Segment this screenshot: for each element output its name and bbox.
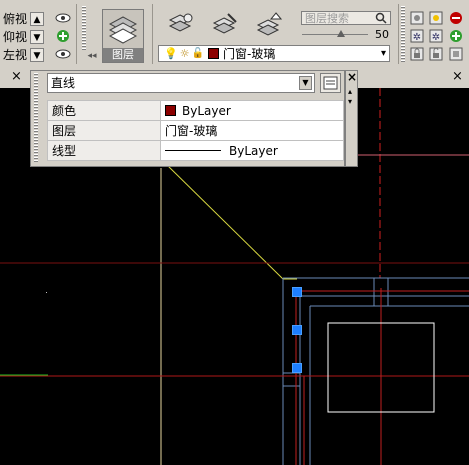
spin-up-icon[interactable]: ▲ <box>30 11 44 26</box>
layer-isolate-icon[interactable] <box>427 10 445 26</box>
lock-icon: 🔓 <box>191 48 205 59</box>
view-bottom-label: 仰视 <box>2 30 27 44</box>
chevron-down-icon[interactable]: ▾ <box>381 48 386 59</box>
eye-icon[interactable] <box>54 10 72 26</box>
zoom-value: 50 <box>375 28 389 41</box>
chevron-down-icon[interactable]: ▼ <box>299 76 312 90</box>
grip-handle[interactable] <box>292 287 302 297</box>
layer-thaw-icon[interactable]: ✲ <box>427 28 445 44</box>
view-left-button[interactable]: 左视 ▼ <box>0 46 50 63</box>
close-tab-icon[interactable]: × <box>11 69 22 84</box>
sun-icon: ☼ <box>179 47 190 60</box>
zoom-slider[interactable] <box>302 30 368 40</box>
layer-search-placeholder: 图层搜索 <box>305 12 349 25</box>
grip-handle[interactable] <box>292 363 302 373</box>
panel-options-icon[interactable]: ▴ <box>348 87 352 96</box>
spin-down-icon[interactable]: ▼ <box>30 47 44 62</box>
eye-icon[interactable] <box>54 46 72 62</box>
layer-button-label: 图层 <box>103 48 143 62</box>
layer-up-icon[interactable] <box>256 11 282 37</box>
view-bottom-button[interactable]: 仰视 ▼ <box>0 28 50 45</box>
layer-state-icon[interactable] <box>168 11 194 37</box>
object-type-select[interactable]: 直线 ▼ <box>47 73 315 93</box>
current-layer-name: 门窗-玻璃 <box>223 47 276 61</box>
layer-delete-icon[interactable] <box>447 10 465 26</box>
search-icon[interactable] <box>373 11 389 25</box>
layer-edit-icon[interactable] <box>212 11 238 37</box>
layer-unlock-icon[interactable] <box>427 46 445 62</box>
property-row-color[interactable]: 颜色 ByLayer <box>47 100 344 121</box>
collapse-left-icon[interactable]: ◂◂ <box>86 48 98 64</box>
divider <box>152 4 153 64</box>
property-key: 颜色 <box>47 100 161 121</box>
panel-grip[interactable] <box>34 73 38 163</box>
divider <box>76 4 77 64</box>
layer-freeze-icon[interactable]: ✲ <box>408 28 426 44</box>
ribbon-toolbar: 俯视 ▲ 仰视 ▼ 左视 ▼ ◂◂ 图层 图层搜索 50 💡 ☼ 🔓 门窗-玻璃… <box>0 0 469 69</box>
toolbar-grip[interactable] <box>82 6 86 50</box>
view-top-button[interactable]: 俯视 ▲ <box>0 10 50 27</box>
spin-down-icon[interactable]: ▼ <box>30 29 44 44</box>
toolbar-grip[interactable] <box>401 6 405 62</box>
object-type-value: 直线 <box>51 76 76 90</box>
property-row-layer[interactable]: 图层 门窗-玻璃 <box>47 120 344 141</box>
layer-manager-button[interactable]: 图层 <box>102 9 144 63</box>
linetype-sample <box>165 149 221 151</box>
slider-thumb[interactable] <box>337 30 345 37</box>
bulb-icon: 💡 <box>164 47 178 60</box>
layer-color-swatch <box>208 48 220 59</box>
layer-match-icon[interactable] <box>447 46 465 62</box>
property-value[interactable]: ByLayer <box>160 140 344 161</box>
property-key: 线型 <box>47 140 161 161</box>
close-icon[interactable]: × <box>452 69 463 84</box>
customize-properties-button[interactable] <box>320 73 341 93</box>
linetype-value: ByLayer <box>229 143 278 158</box>
divider <box>398 4 399 64</box>
panel-side-strip: × ▴ ▾ <box>345 70 358 167</box>
layer-off-icon[interactable] <box>408 10 426 26</box>
property-value[interactable]: ByLayer <box>160 100 344 121</box>
layer-dropdown[interactable]: 💡 ☼ 🔓 门窗-玻璃 ▾ <box>158 45 390 62</box>
quick-properties-panel: 直线 ▼ 颜色 ByLayer 图层 门窗-玻璃 线型 ByLayer <box>30 70 345 167</box>
view-top-label: 俯视 <box>2 12 27 26</box>
color-swatch <box>165 104 176 116</box>
add-view-icon[interactable] <box>54 28 72 44</box>
properties-table: 颜色 ByLayer 图层 门窗-玻璃 线型 ByLayer <box>47 100 344 161</box>
layer-lock-icon[interactable] <box>408 46 426 62</box>
slider-track <box>302 34 368 35</box>
layers-icon <box>108 16 138 44</box>
property-row-linetype[interactable]: 线型 ByLayer <box>47 140 344 161</box>
close-panel-icon[interactable]: × <box>347 70 357 84</box>
settings-list-icon <box>323 76 338 90</box>
grip-handle[interactable] <box>292 325 302 335</box>
layer-add-icon[interactable] <box>447 28 465 44</box>
property-value[interactable]: 门窗-玻璃 <box>160 120 344 141</box>
panel-options-icon[interactable]: ▾ <box>348 97 352 106</box>
svg-text:✲: ✲ <box>432 32 440 43</box>
color-value: ByLayer <box>182 103 231 118</box>
property-key: 图层 <box>47 120 161 141</box>
view-left-label: 左视 <box>2 48 27 62</box>
svg-text:✲: ✲ <box>413 32 421 43</box>
